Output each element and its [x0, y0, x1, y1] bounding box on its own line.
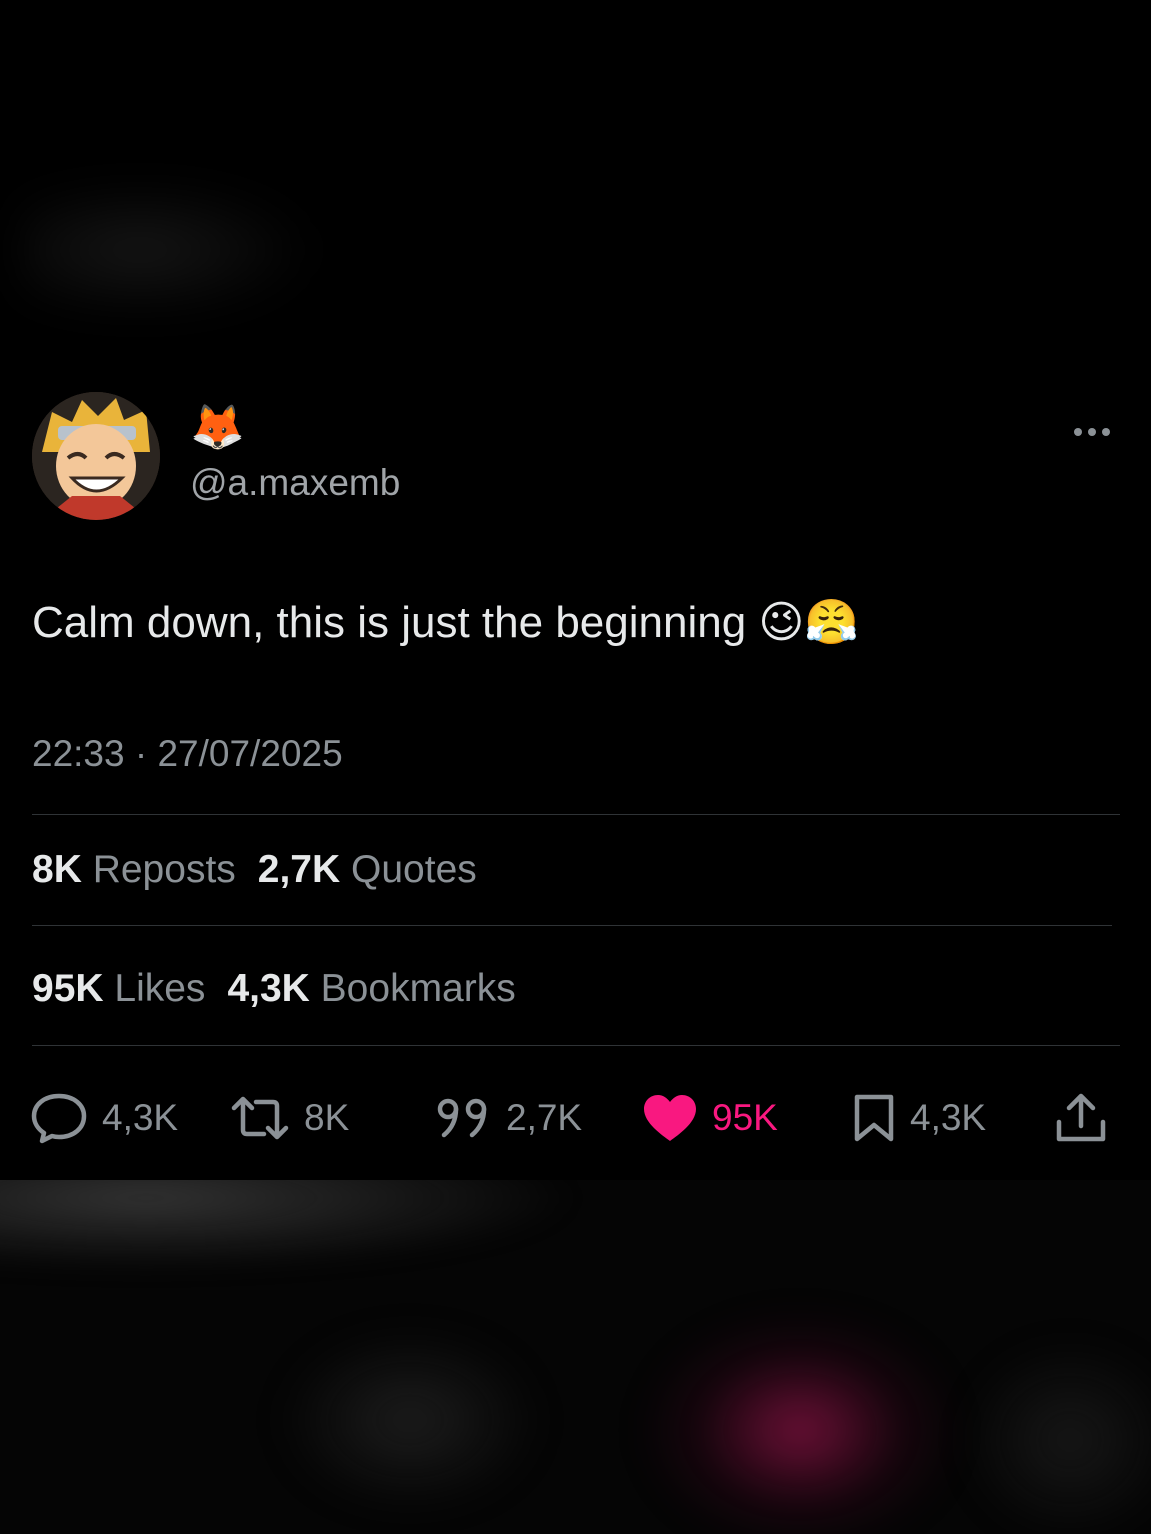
blurred-background-top: [20, 180, 320, 320]
quote-button[interactable]: 2,7K: [436, 1090, 582, 1146]
share-icon: [1056, 1093, 1106, 1142]
tweet-timestamp[interactable]: 22:33 · 27/07/2025: [32, 733, 343, 775]
reply-count: 4,3K: [102, 1097, 179, 1138]
reposts-stat[interactable]: 8K Reposts: [32, 848, 236, 891]
bookmark-button[interactable]: 4,3K: [852, 1090, 986, 1146]
bookmarks-stat[interactable]: 4,3K Bookmarks: [227, 967, 515, 1010]
repost-button[interactable]: 8K: [230, 1090, 349, 1146]
stats-row-likes-bookmarks: 95K Likes 4,3K Bookmarks: [32, 967, 516, 1011]
like-count: 95K: [712, 1097, 778, 1138]
user-handle[interactable]: @a.maxemb: [190, 462, 400, 504]
blurred-background-bottom: [0, 1180, 1151, 1534]
quote-icon: [437, 1098, 487, 1138]
bookmark-icon: [854, 1094, 894, 1142]
more-options-icon[interactable]: [1074, 418, 1120, 446]
quote-count: 2,7K: [506, 1097, 583, 1138]
quotes-stat[interactable]: 2,7K Quotes: [258, 848, 477, 891]
divider: [32, 925, 1112, 926]
repost-count: 8K: [304, 1097, 350, 1138]
action-bar: 4,3K 8K 2,7K 95K 4,3K: [0, 1090, 1151, 1146]
divider: [32, 814, 1120, 815]
bookmark-count: 4,3K: [910, 1097, 987, 1138]
stats-row-reposts-quotes: 8K Reposts 2,7K Quotes: [32, 848, 477, 892]
reply-button[interactable]: 4,3K: [30, 1090, 178, 1146]
share-button[interactable]: [1054, 1090, 1108, 1146]
reply-icon: [31, 1093, 87, 1144]
heart-icon: [644, 1095, 696, 1141]
display-name[interactable]: 🦊: [190, 402, 245, 454]
divider: [32, 1045, 1120, 1046]
avatar[interactable]: [32, 392, 160, 520]
avatar-image: [32, 392, 160, 520]
like-button[interactable]: 95K: [642, 1090, 778, 1146]
repost-icon: [231, 1096, 289, 1140]
likes-stat[interactable]: 95K Likes: [32, 967, 205, 1010]
tweet-text: Calm down, this is just the beginning 😉😤: [32, 598, 860, 647]
